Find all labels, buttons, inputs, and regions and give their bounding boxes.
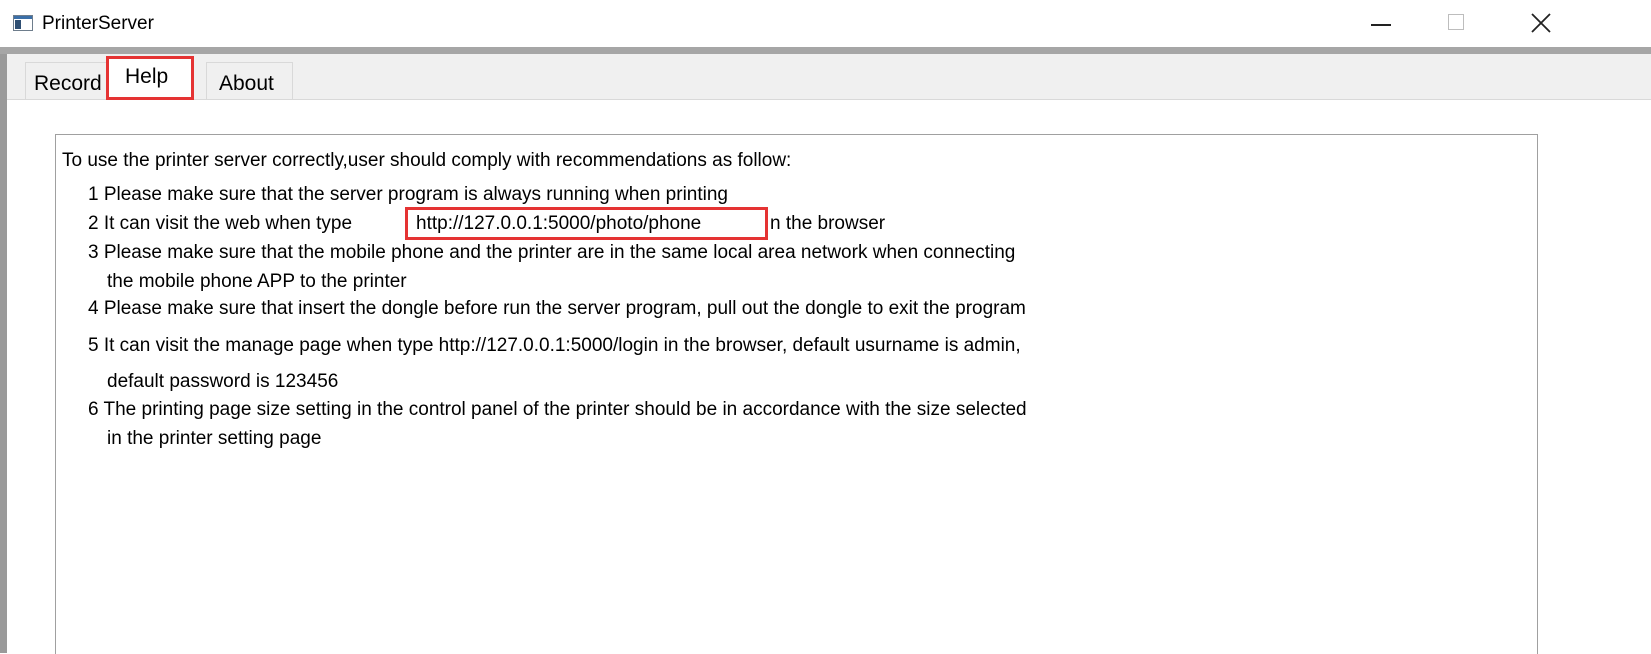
maximize-icon [1448, 14, 1464, 30]
window-left-border [0, 54, 7, 653]
title-bar: PrinterServer [0, 0, 1651, 47]
tab-record[interactable]: Record [25, 62, 107, 99]
help-item-3-line-1: 3 Please make sure that the mobile phone… [88, 242, 1016, 263]
help-item-2-url: http://127.0.0.1:5000/photo/phone [416, 213, 702, 234]
help-item-6-line-2: in the printer setting page [107, 428, 322, 449]
minimize-button[interactable] [1341, 0, 1419, 47]
help-item-6-line-1: 6 The printing page size setting in the … [88, 399, 1027, 420]
tab-help-label: Help [125, 65, 169, 88]
help-item-5-line-2: default password is 123456 [107, 371, 339, 392]
title-divider [0, 47, 1651, 54]
close-button[interactable] [1497, 0, 1575, 47]
help-item-2-suffix: n the browser [770, 213, 886, 234]
help-item-3-line-2: the mobile phone APP to the printer [107, 271, 407, 292]
tab-help[interactable]: Help [106, 56, 194, 100]
tab-record-label: Record [34, 72, 102, 95]
help-item-4: 4 Please make sure that insert the dongl… [88, 298, 1026, 319]
help-item-5-line-1: 5 It can visit the manage page when type… [88, 335, 1021, 356]
maximize-button[interactable] [1419, 0, 1497, 47]
help-intro: To use the printer server correctly,user… [62, 150, 792, 171]
help-item-1: 1 Please make sure that the server progr… [88, 184, 728, 205]
window-title: PrinterServer [42, 13, 154, 34]
help-item-2-prefix: 2 It can visit the web when type [88, 213, 353, 234]
tab-about-label: About [219, 72, 274, 95]
close-icon [1531, 13, 1551, 33]
tab-about[interactable]: About [206, 62, 293, 99]
app-window-icon [13, 15, 33, 31]
minimize-icon [1371, 24, 1391, 26]
